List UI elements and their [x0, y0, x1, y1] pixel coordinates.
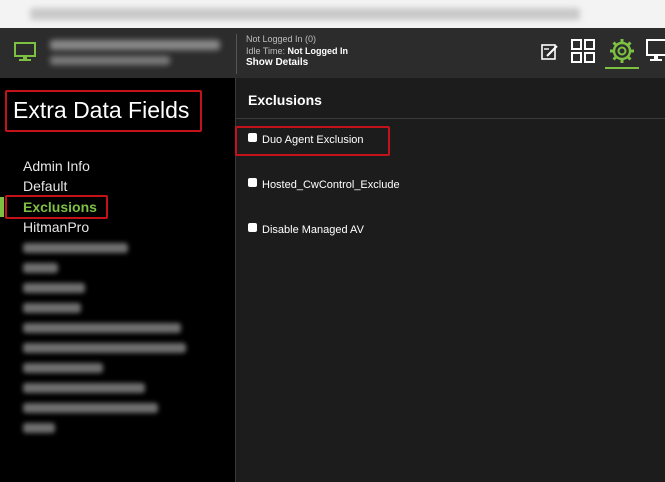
- section-title: Exclusions: [248, 92, 322, 108]
- monitor-icon: [14, 42, 36, 67]
- idle-time: Idle Time: Not Logged In: [246, 45, 348, 57]
- sidebar-item-hitmanpro[interactable]: HitmanPro: [23, 219, 89, 235]
- header-bar: Not Logged In (0) Idle Time: Not Logged …: [0, 28, 665, 78]
- sidebar-title: Extra Data Fields: [13, 97, 190, 123]
- redacted-sidebar-item[interactable]: [23, 243, 128, 253]
- login-info: Not Logged In (0) Idle Time: Not Logged …: [246, 33, 348, 69]
- duo-agent-highlight-box: [235, 126, 390, 156]
- field-hosted-cwcontrol-exclude: Hosted_CwControl_Exclude: [248, 177, 400, 191]
- redacted-device-name: [50, 40, 220, 50]
- idle-time-value: Not Logged In: [287, 46, 349, 56]
- redacted-sidebar-item[interactable]: [23, 403, 158, 413]
- header-divider: [236, 34, 237, 74]
- redacted-sidebar-item[interactable]: [23, 363, 103, 373]
- active-item-indicator: [0, 197, 4, 217]
- redacted-title: [30, 8, 580, 20]
- window-title-bar: [0, 0, 665, 28]
- redacted-sidebar-item[interactable]: [23, 303, 81, 313]
- gear-active-indicator: [605, 67, 639, 69]
- disable-managed-av-checkbox[interactable]: [248, 222, 257, 232]
- show-details-link[interactable]: Show Details: [246, 57, 348, 69]
- gear-icon[interactable]: [608, 37, 636, 70]
- field-disable-managed-av: Disable Managed AV: [248, 222, 364, 236]
- redacted-device-info: [50, 56, 170, 65]
- redacted-sidebar-item[interactable]: [23, 323, 181, 333]
- sidebar-item-default[interactable]: Default: [23, 178, 67, 194]
- section-divider: [236, 118, 665, 119]
- field-label: Hosted_CwControl_Exclude: [262, 179, 400, 191]
- edit-icon[interactable]: [540, 42, 560, 67]
- hosted-cwcontrol-exclude-checkbox[interactable]: [248, 177, 257, 187]
- field-label: Disable Managed AV: [262, 224, 364, 236]
- logged-in-status: Not Logged In (0): [246, 34, 317, 44]
- redacted-sidebar-item[interactable]: [23, 283, 85, 293]
- sidebar-item-admin-info[interactable]: Admin Info: [23, 158, 90, 174]
- idle-time-label: Idle Time:: [246, 46, 286, 56]
- redacted-sidebar-item[interactable]: [23, 343, 186, 353]
- exclusions-highlight-box: [5, 195, 108, 219]
- redacted-sidebar-item[interactable]: [23, 263, 58, 273]
- redacted-sidebar-item[interactable]: [23, 423, 55, 433]
- grid-icon[interactable]: [570, 38, 596, 69]
- sidebar: Extra Data Fields Admin Info Default Exc…: [0, 78, 235, 482]
- desktop-icon[interactable]: [645, 38, 665, 69]
- redacted-sidebar-item[interactable]: [23, 383, 145, 393]
